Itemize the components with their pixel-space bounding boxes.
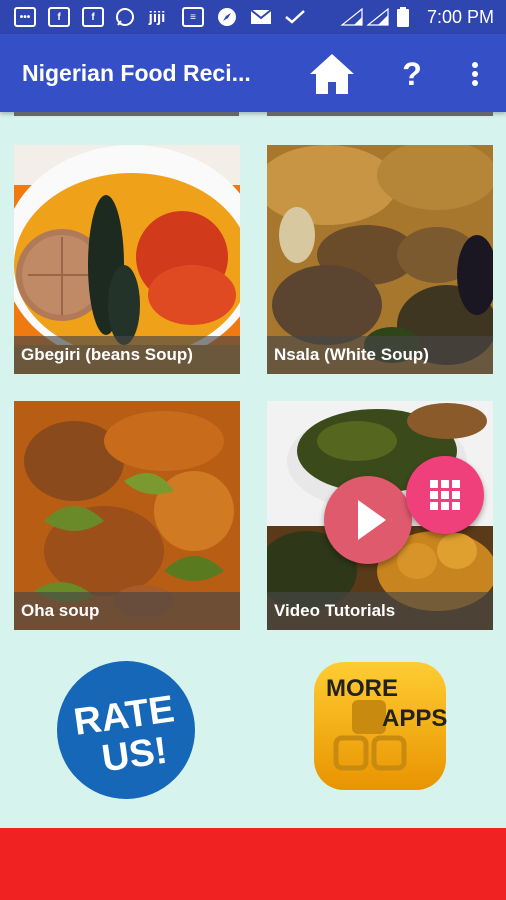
rate-us-badge: RATE US! — [57, 661, 195, 799]
compass-icon — [216, 7, 238, 27]
status-bar: ••• f f jiji ≡ 7:00 PM — [0, 0, 506, 34]
rate-us-button[interactable]: RATE US! — [55, 660, 197, 800]
signal-icon — [366, 7, 390, 27]
recipe-tile-gbegiri[interactable]: Gbegiri (beans Soup) — [14, 145, 240, 374]
tile-label: Oha soup — [14, 592, 240, 630]
jiji-icon: jiji — [148, 8, 166, 26]
mail-icon — [250, 7, 272, 27]
play-video-button[interactable] — [324, 476, 412, 564]
tile-label: Nsala (White Soup) — [267, 336, 493, 374]
facebook-icon: f — [82, 7, 104, 27]
help-button[interactable]: ? — [392, 50, 432, 98]
grid-icon — [430, 480, 460, 510]
app-bar: Nigerian Food Reci... ? — [0, 34, 506, 112]
more-apps-line2: APPS — [382, 705, 447, 732]
facebook-icon: f — [48, 7, 70, 27]
whatsapp-icon — [114, 7, 136, 27]
overflow-menu-button[interactable] — [460, 50, 490, 98]
dot-icon — [472, 62, 478, 68]
dot-icon — [472, 80, 478, 86]
check-icon — [284, 7, 306, 27]
tile-label: Video Tutorials — [267, 592, 493, 630]
message-icon: ••• — [14, 7, 36, 27]
recipe-tile-oha[interactable]: Oha soup — [14, 401, 240, 630]
home-button[interactable] — [306, 48, 358, 100]
grid-menu-button[interactable] — [406, 456, 484, 534]
chat-icon: ≡ — [182, 7, 204, 27]
tile-label: Gbegiri (beans Soup) — [14, 336, 240, 374]
recipe-tile-nsala[interactable]: Nsala (White Soup) — [267, 145, 493, 374]
status-time: 7:00 PM — [426, 7, 494, 27]
more-apps-button[interactable]: MORE APPS — [312, 660, 448, 792]
more-apps-line1: MORE — [326, 675, 398, 702]
home-icon — [310, 54, 354, 94]
dot-icon — [472, 71, 478, 77]
battery-icon — [396, 7, 410, 27]
bottom-banner[interactable] — [0, 828, 506, 900]
tile-edge — [14, 112, 239, 116]
app-title: Nigerian Food Reci... — [22, 60, 251, 86]
play-icon — [358, 500, 386, 540]
signal-icon — [340, 7, 364, 27]
tile-edge — [267, 112, 493, 116]
more-apps-badge: MORE APPS — [314, 662, 447, 790]
